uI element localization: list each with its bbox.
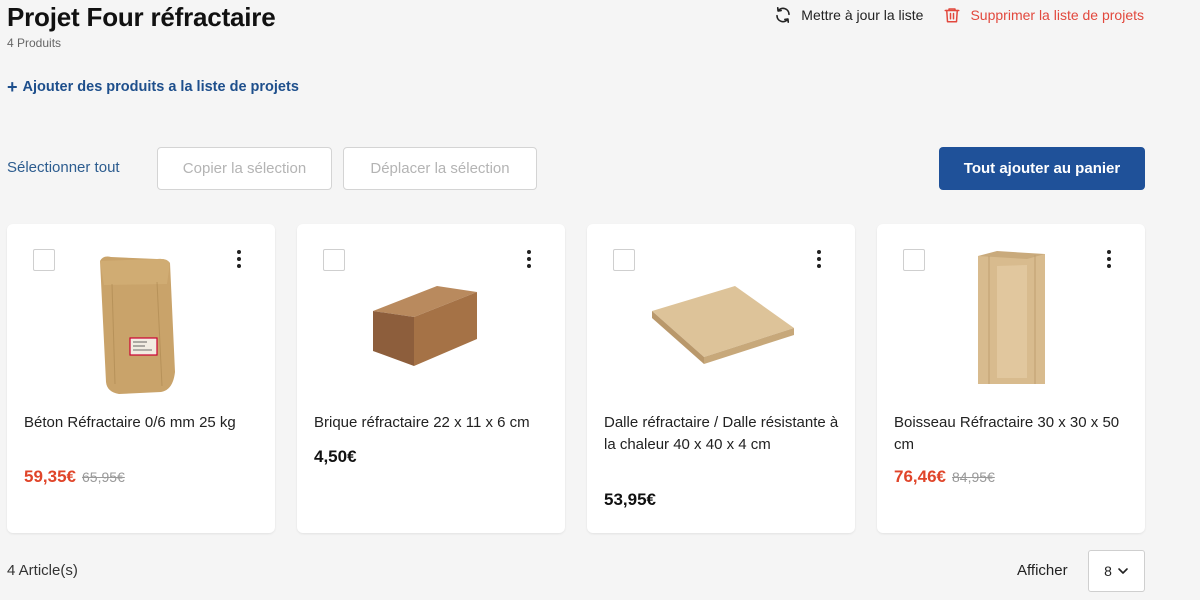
product-card: Boisseau Réfractaire 30 x 30 x 50 cm 76,… — [877, 224, 1145, 533]
product-card: Brique réfractaire 22 x 11 x 6 cm 4,50€ — [297, 224, 565, 533]
product-name[interactable]: Boisseau Réfractaire 30 x 30 x 50 cm — [894, 412, 1129, 456]
move-selection-button[interactable]: Déplacer la sélection — [343, 147, 537, 190]
product-card: Dalle réfractaire / Dalle résistante à l… — [587, 224, 855, 533]
bag-image[interactable] — [7, 244, 275, 394]
product-name[interactable]: Dalle réfractaire / Dalle résistante à l… — [604, 412, 839, 456]
page-title: Projet Four réfractaire — [7, 2, 276, 32]
copy-selection-button[interactable]: Copier la sélection — [157, 147, 332, 190]
plus-icon: + — [7, 77, 18, 97]
trash-icon — [944, 8, 960, 23]
update-list-button[interactable]: Mettre à jour la liste — [774, 6, 923, 24]
update-list-label: Mettre à jour la liste — [801, 7, 924, 23]
price: 53,95€ — [604, 490, 656, 509]
article-count: 4 Article(s) — [7, 562, 78, 579]
price: 4,50€ — [314, 447, 357, 466]
product-card: Béton Réfractaire 0/6 mm 25 kg 59,35€ 65… — [7, 224, 275, 533]
product-count: 4 Produits — [7, 36, 62, 50]
per-page-select[interactable]: 8 — [1088, 550, 1145, 592]
price-row: 4,50€ — [314, 447, 357, 467]
chevron-down-icon — [1118, 568, 1128, 574]
product-grid: Béton Réfractaire 0/6 mm 25 kg 59,35€ 65… — [7, 224, 1145, 533]
old-price: 65,95€ — [82, 469, 125, 485]
price-row: 53,95€ — [604, 490, 656, 510]
sale-price: 59,35€ — [24, 467, 76, 486]
product-name[interactable]: Béton Réfractaire 0/6 mm 25 kg — [24, 412, 259, 434]
select-all-link[interactable]: Sélectionner tout — [7, 159, 120, 176]
list-actions: Mettre à jour la liste Supprimer la list… — [774, 6, 1144, 24]
price-row: 59,35€ 65,95€ — [24, 467, 125, 487]
sale-price: 76,46€ — [894, 467, 946, 486]
slab-image[interactable] — [587, 244, 855, 394]
per-page-value: 8 — [1104, 563, 1112, 579]
product-name[interactable]: Brique réfractaire 22 x 11 x 6 cm — [314, 412, 549, 434]
per-page-label: Afficher — [1017, 562, 1068, 579]
delete-list-button[interactable]: Supprimer la liste de projets — [943, 6, 1144, 24]
refresh-icon — [776, 7, 791, 23]
add-products-link[interactable]: + Ajouter des produits a la liste de pro… — [7, 77, 299, 97]
delete-list-label: Supprimer la liste de projets — [970, 7, 1144, 23]
brick-image[interactable] — [297, 244, 565, 394]
add-all-to-cart-button[interactable]: Tout ajouter au panier — [939, 147, 1145, 190]
flue-image[interactable] — [877, 244, 1145, 394]
add-products-label: Ajouter des produits a la liste de proje… — [22, 79, 299, 95]
price-row: 76,46€ 84,95€ — [894, 467, 995, 487]
old-price: 84,95€ — [952, 469, 995, 485]
